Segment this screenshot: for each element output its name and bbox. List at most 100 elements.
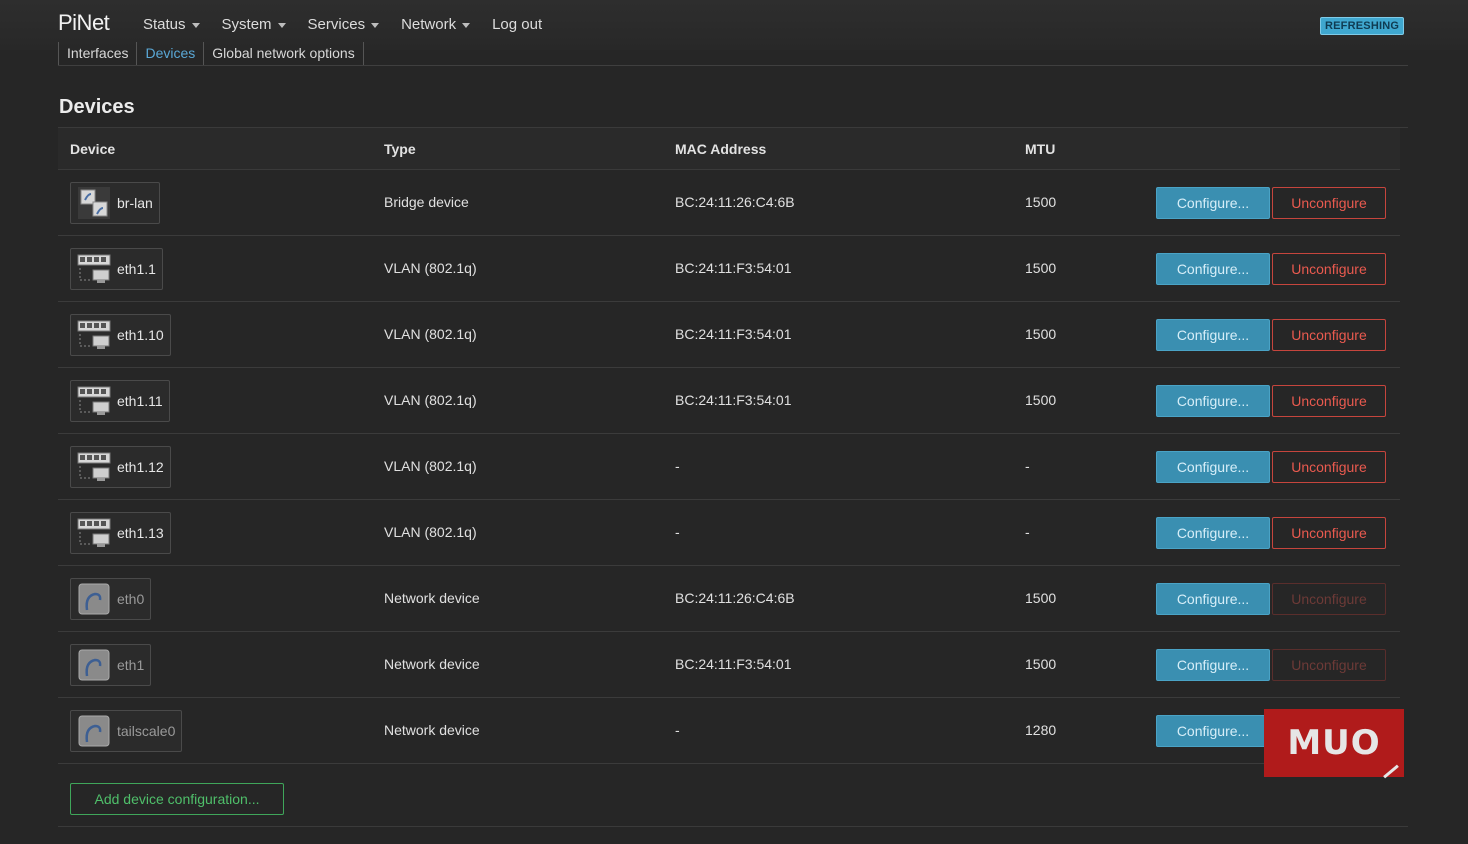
device-mtu: 1280: [1025, 722, 1057, 738]
refreshing-badge[interactable]: REFRESHING: [1320, 17, 1405, 35]
device-type: VLAN (802.1q): [384, 524, 477, 540]
vlan-icon: [77, 516, 111, 550]
table-row: eth1 Network device BC:24:11:F3:54:01 1500 C…: [58, 632, 1400, 698]
device-mac: BC:24:11:26:C4:6B: [675, 590, 795, 606]
table-row: eth1.13 VLAN (802.1q) - - Configure... Unconf…: [58, 500, 1400, 566]
configure-button[interactable]: Configure...: [1156, 649, 1270, 681]
device-name: br-lan: [117, 195, 153, 211]
page-title: Devices: [59, 96, 135, 118]
device-mac: BC:24:11:F3:54:01: [675, 326, 792, 342]
device-type: VLAN (802.1q): [384, 260, 477, 276]
table-row: br-lan Bridge device BC:24:11:26:C4:6B 1500…: [58, 170, 1400, 236]
device-badge[interactable]: eth1.12: [70, 446, 171, 488]
menu-logout-label: Log out: [492, 16, 543, 33]
unconfigure-button[interactable]: Unconfigure: [1272, 583, 1386, 615]
device-mac: -: [675, 722, 680, 738]
configure-button[interactable]: Configure...: [1156, 517, 1270, 549]
tabs-divider: [58, 65, 1408, 66]
configure-button[interactable]: Configure...: [1156, 715, 1270, 747]
unconfigure-button[interactable]: Unconfigure: [1272, 517, 1386, 549]
main-menu: Status System Services Network Log out: [143, 16, 564, 33]
device-mac: BC:24:11:F3:54:01: [675, 656, 792, 672]
device-type: Network device: [384, 722, 480, 738]
configure-button[interactable]: Configure...: [1156, 319, 1270, 351]
vlan-icon: [77, 450, 111, 484]
device-type: Network device: [384, 656, 480, 672]
menu-status-label: Status: [143, 16, 186, 33]
device-name: eth1.10: [117, 327, 164, 343]
watermark-logo: MUO: [1264, 709, 1404, 779]
device-name: tailscale0: [117, 723, 176, 739]
tab-global-network-options[interactable]: Global network options: [204, 42, 364, 66]
device-name: eth1.1: [117, 261, 156, 277]
menu-system[interactable]: System: [222, 16, 286, 33]
watermark-slash-icon: [1383, 764, 1399, 779]
device-type: Bridge device: [384, 194, 469, 210]
ethernet-port-icon: [77, 648, 111, 682]
table-row: eth1.11 VLAN (802.1q) BC:24:11:F3:54:01 150…: [58, 368, 1400, 434]
unconfigure-button[interactable]: Unconfigure: [1272, 451, 1386, 483]
table-row: tailscale0 Network device - 1280 Configure..…: [58, 698, 1400, 764]
device-mac: BC:24:11:F3:54:01: [675, 260, 792, 276]
ethernet-port-icon: [77, 714, 111, 748]
device-name: eth1.11: [117, 393, 163, 409]
configure-button[interactable]: Configure...: [1156, 451, 1270, 483]
add-device-configuration-button[interactable]: Add device configuration...: [70, 783, 284, 815]
device-mtu: -: [1025, 524, 1030, 540]
device-badge[interactable]: eth1.13: [70, 512, 171, 554]
ethernet-port-icon: [77, 582, 111, 616]
device-badge[interactable]: tailscale0: [70, 710, 183, 752]
device-name: eth1: [117, 657, 145, 673]
device-badge[interactable]: eth1.11: [70, 380, 170, 422]
menu-system-label: System: [221, 16, 272, 33]
device-name: eth1.12: [117, 459, 164, 475]
device-badge[interactable]: eth1.1: [70, 248, 163, 290]
device-type: VLAN (802.1q): [384, 326, 477, 342]
device-type: VLAN (802.1q): [384, 392, 477, 408]
vlan-icon: [77, 252, 111, 286]
devices-table: Device Type MAC Address MTU br-lan Bridge…: [58, 128, 1400, 764]
menu-network[interactable]: Network: [401, 16, 471, 33]
tab-interfaces[interactable]: Interfaces: [58, 42, 138, 66]
vlan-icon: [77, 318, 111, 352]
unconfigure-button[interactable]: Unconfigure: [1272, 253, 1386, 285]
device-name: eth0: [117, 591, 145, 607]
device-mtu: 1500: [1025, 656, 1057, 672]
device-type: VLAN (802.1q): [384, 458, 477, 474]
chevron-down-icon: [191, 22, 200, 28]
configure-button[interactable]: Configure...: [1156, 187, 1270, 219]
table-row: eth0 Network device BC:24:11:26:C4:6B 1500 C…: [58, 566, 1400, 632]
unconfigure-button[interactable]: Unconfigure: [1272, 319, 1386, 351]
device-badge[interactable]: eth1.10: [70, 314, 171, 356]
configure-button[interactable]: Configure...: [1156, 253, 1270, 285]
unconfigure-button[interactable]: Unconfigure: [1272, 187, 1386, 219]
chevron-down-icon: [462, 22, 471, 28]
menu-logout[interactable]: Log out: [492, 16, 542, 33]
configure-button[interactable]: Configure...: [1156, 385, 1270, 417]
unconfigure-button[interactable]: Unconfigure: [1272, 385, 1386, 417]
unconfigure-button[interactable]: Unconfigure: [1272, 649, 1386, 681]
menu-services[interactable]: Services: [308, 16, 380, 33]
table-row: eth1.1 VLAN (802.1q) BC:24:11:F3:54:01 1500…: [58, 236, 1400, 302]
tab-devices[interactable]: Devices: [137, 42, 205, 66]
device-badge[interactable]: eth0: [70, 578, 152, 620]
configure-button[interactable]: Configure...: [1156, 583, 1270, 615]
menu-network-label: Network: [401, 16, 457, 33]
device-mtu: -: [1025, 458, 1030, 474]
device-badge[interactable]: br-lan: [70, 182, 160, 224]
device-mtu: 1500: [1025, 392, 1057, 408]
device-mtu: 1500: [1025, 260, 1057, 276]
device-badge[interactable]: eth1: [70, 644, 152, 686]
network-tabs: Interfaces Devices Global network option…: [58, 42, 364, 66]
bottom-divider: [58, 826, 1408, 827]
table-row: eth1.10 VLAN (802.1q) BC:24:11:F3:54:01 150…: [58, 302, 1400, 368]
device-mac: -: [675, 458, 680, 474]
chevron-down-icon: [371, 22, 380, 28]
menu-status[interactable]: Status: [143, 16, 200, 33]
col-device-header: Device: [70, 141, 116, 157]
brand-logo[interactable]: PiNet: [58, 10, 110, 36]
table-body: br-lan Bridge device BC:24:11:26:C4:6B 1500…: [58, 170, 1400, 764]
device-mac: BC:24:11:26:C4:6B: [675, 194, 795, 210]
device-mac: -: [675, 524, 680, 540]
table-header: Device Type MAC Address MTU: [58, 128, 1400, 170]
